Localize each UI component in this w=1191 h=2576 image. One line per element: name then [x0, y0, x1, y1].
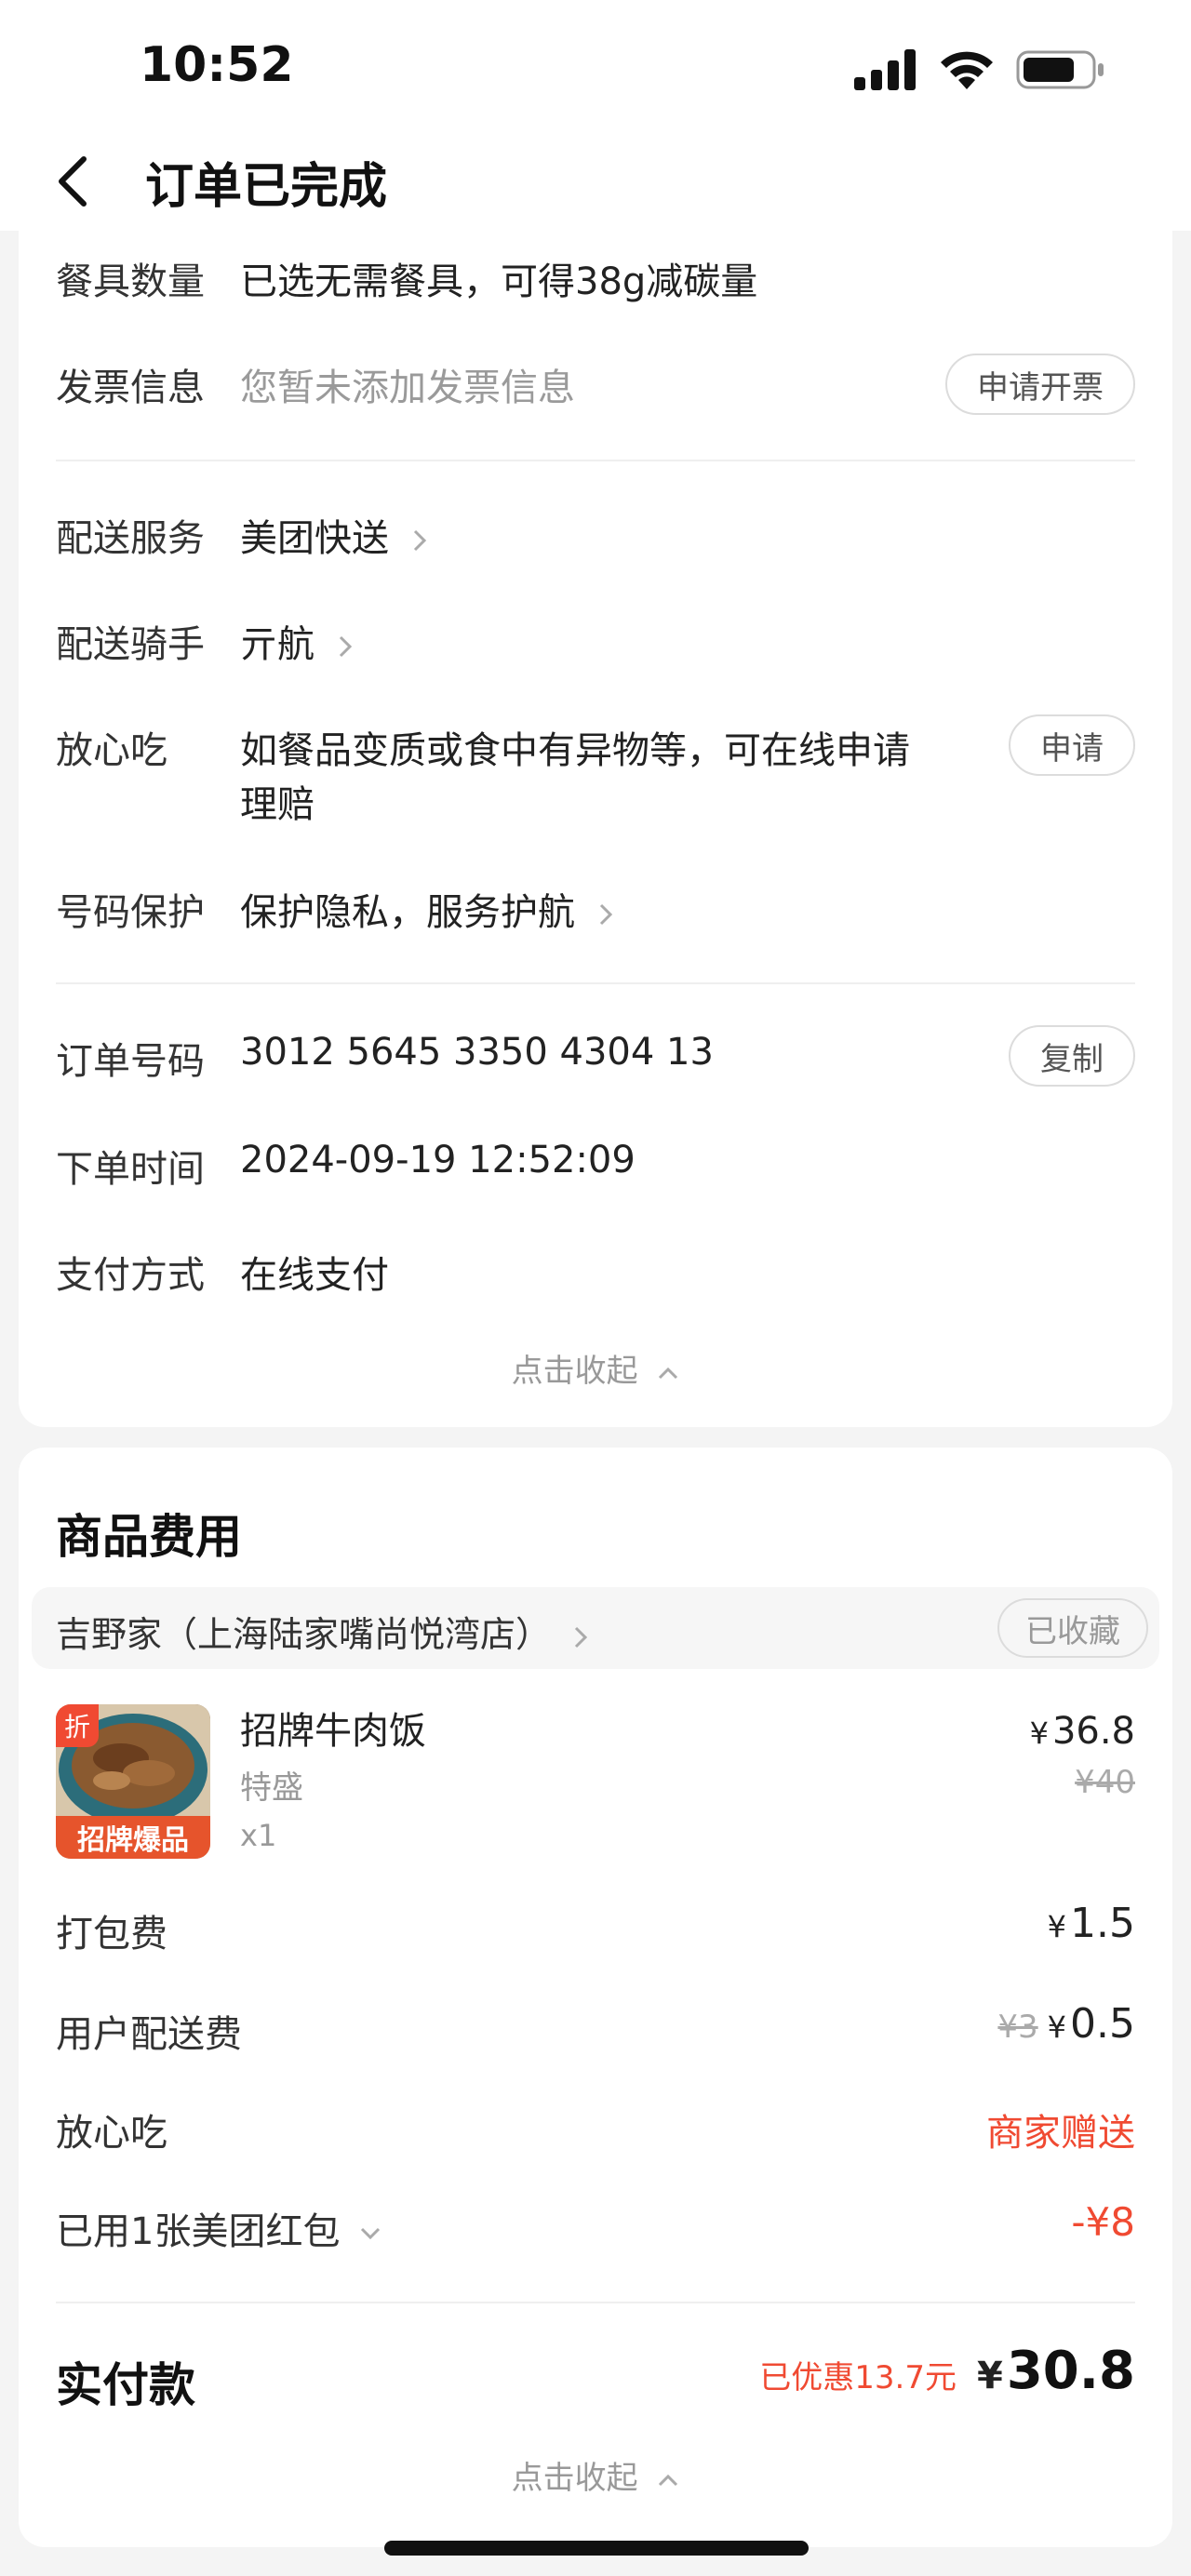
chevron-right-icon	[339, 635, 352, 658]
worry-free-label: 放心吃	[56, 729, 167, 772]
payment-row: 支付方式 在线支付	[56, 1245, 1135, 1301]
number-protect-value: 保护隐私，服务护航	[240, 891, 575, 934]
packing-fee-value: 1.5	[1070, 1900, 1135, 1947]
number-protect-row[interactable]: 号码保护 保护隐私，服务护航	[56, 882, 1135, 938]
total-discount: 已优惠13.7元	[759, 2359, 957, 2396]
collapse-toggle[interactable]: 点击收起	[19, 1345, 1172, 1391]
packing-fee-label: 打包费	[56, 1913, 167, 1955]
order-time-value: 2024-09-19 12:52:09	[240, 1139, 636, 1181]
chevron-up-icon	[659, 2474, 678, 2486]
chevron-right-icon	[575, 1626, 588, 1648]
payment-value: 在线支付	[240, 1254, 389, 1297]
divider	[56, 982, 1135, 984]
chevron-right-icon	[599, 903, 612, 926]
tableware-row: 餐具数量 已选无需餐具，可得38g减碳量	[56, 251, 1135, 307]
total-value: 30.8	[1006, 2341, 1135, 2401]
rider-label: 配送骑手	[56, 623, 205, 666]
image-caption: 招牌爆品	[56, 1816, 210, 1859]
worry-free-value-line1: 如餐品变质或食中有异物等，可在线申请	[240, 729, 910, 772]
back-button[interactable]	[56, 149, 112, 214]
redpacket-value: -¥8	[1071, 2199, 1135, 2245]
divider	[56, 2302, 1135, 2303]
invoice-value: 您暂未添加发票信息	[240, 367, 575, 409]
delivery-service-row[interactable]: 配送服务 美团快送	[56, 508, 1135, 564]
navigation-bar: 订单已完成	[0, 130, 1191, 231]
section-title: 商品费用	[56, 1510, 242, 1564]
status-bar: 10:52	[0, 0, 1191, 130]
item-name: 招牌牛肉饭	[240, 1710, 426, 1753]
order-number-label: 订单号码	[56, 1040, 205, 1083]
apply-claim-button[interactable]: 申请	[1009, 714, 1135, 776]
chevron-up-icon	[659, 1367, 678, 1379]
currency-symbol: ¥	[1047, 1909, 1067, 1944]
collapse-toggle[interactable]: 点击收起	[19, 2452, 1172, 2498]
cost-card: 商品费用 吉野家（上海陆家嘴尚悦湾店） 已收藏 折 招牌爆品 招牌牛肉饭 特盛 …	[19, 1448, 1172, 2547]
tableware-value: 已选无需餐具，可得38g减碳量	[240, 260, 758, 303]
number-protect-value-wrap: 保护隐私，服务护航	[240, 882, 613, 936]
collapse-label: 点击收起	[511, 2460, 638, 2497]
battery-icon	[1016, 50, 1104, 89]
delivery-fee-label: 用户配送费	[56, 2013, 242, 2056]
invoice-label: 发票信息	[56, 367, 205, 409]
item-price: ¥36.8	[1030, 1710, 1135, 1753]
delivery-fee-value: 0.5	[1070, 2000, 1135, 2048]
order-time-label: 下单时间	[56, 1148, 205, 1191]
tableware-label: 餐具数量	[56, 260, 205, 303]
rider-row[interactable]: 配送骑手 亓航	[56, 614, 1135, 670]
store-bar: 吉野家（上海陆家嘴尚悦湾店） 已收藏	[32, 1587, 1159, 1669]
redpacket-label: 已用1张美团红包	[56, 2210, 341, 2253]
apply-invoice-button[interactable]: 申请开票	[945, 354, 1135, 415]
home-indicator[interactable]	[384, 2541, 809, 2556]
worry-free-value-line2: 理赔	[240, 783, 314, 826]
order-number-row: 订单号码 3012 5645 3350 4304 13 复制	[56, 1025, 1135, 1090]
cellular-signal-icon	[854, 49, 916, 90]
back-arrow-icon	[59, 156, 87, 207]
currency-symbol: ¥	[976, 2355, 1003, 2397]
rider-value: 亓航	[240, 623, 314, 666]
invoice-row: 发票信息 您暂未添加发票信息 申请开票	[56, 354, 1135, 419]
worry-free-fee-label: 放心吃	[56, 2112, 167, 2155]
payment-label: 支付方式	[56, 1254, 205, 1297]
worry-free-row: 放心吃 如餐品变质或食中有异物等，可在线申请 理赔 申请	[56, 714, 1135, 835]
favorite-button[interactable]: 已收藏	[997, 1598, 1148, 1658]
delivery-fee-original: ¥3	[997, 2009, 1038, 2046]
status-icons	[854, 48, 1105, 91]
item-price-value: 36.8	[1051, 1710, 1135, 1753]
collapse-label: 点击收起	[511, 1353, 638, 1390]
worry-free-fee-value: 商家赠送	[986, 2112, 1135, 2155]
copy-button[interactable]: 复制	[1009, 1025, 1135, 1087]
store-link[interactable]: 吉野家（上海陆家嘴尚悦湾店）	[56, 1606, 588, 1657]
store-name: 吉野家（上海陆家嘴尚悦湾店）	[56, 1614, 552, 1655]
divider	[56, 460, 1135, 461]
packing-fee: ¥1.5	[1048, 1900, 1135, 1947]
order-time-row: 下单时间 2024-09-19 12:52:09	[56, 1139, 1135, 1195]
rider-value-wrap: 亓航	[240, 614, 353, 668]
redpacket-row[interactable]: 已用1张美团红包	[56, 2201, 381, 2255]
wifi-icon	[941, 51, 993, 89]
number-protect-label: 号码保护	[56, 891, 205, 934]
delivery-fee: ¥3 ¥0.5	[997, 2000, 1135, 2048]
order-info-card: 餐具数量 已选无需餐具，可得38g减碳量 发票信息 您暂未添加发票信息 申请开票…	[19, 231, 1172, 1427]
chevron-down-icon	[361, 2227, 381, 2240]
delivery-service-value: 美团快送	[240, 517, 389, 560]
status-time: 10:52	[140, 37, 294, 93]
discount-badge: 折	[56, 1704, 99, 1747]
order-number-value: 3012 5645 3350 4304 13	[240, 1031, 714, 1074]
page-title: 订单已完成	[145, 159, 388, 215]
delivery-service-label: 配送服务	[56, 517, 205, 560]
currency-symbol: ¥	[1047, 2009, 1067, 2045]
total-amount: 已优惠13.7元 ¥30.8	[759, 2341, 1135, 2401]
item-original-price: ¥40	[1075, 1764, 1135, 1801]
chevron-right-icon	[413, 529, 426, 552]
item-quantity: x1	[240, 1818, 277, 1853]
currency-symbol: ¥	[1029, 1715, 1049, 1751]
total-label: 实付款	[56, 2358, 195, 2412]
item-spec: 特盛	[240, 1769, 303, 1807]
item-thumbnail: 折 招牌爆品	[56, 1704, 210, 1859]
delivery-service-value-wrap: 美团快送	[240, 508, 427, 562]
